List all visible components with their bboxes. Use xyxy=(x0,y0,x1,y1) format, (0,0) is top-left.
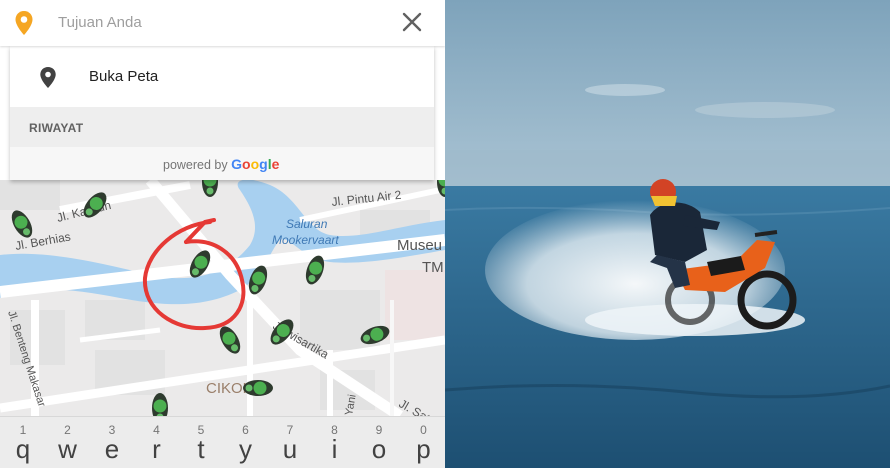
google-letter: o xyxy=(242,156,251,172)
destination-input[interactable] xyxy=(58,9,378,35)
ride-app-screen: Buka Peta RIWAYAT powered by Google xyxy=(0,0,445,468)
destination-search-bar xyxy=(0,0,445,46)
key-letter: q xyxy=(15,434,31,464)
key-letter: e xyxy=(104,434,120,464)
poi-label-museum: Museu xyxy=(397,237,442,254)
google-letter: G xyxy=(231,156,242,172)
key-q[interactable]: 1q xyxy=(1,417,45,468)
key-e[interactable]: 3e xyxy=(90,417,134,468)
google-logo: Google xyxy=(231,156,279,172)
key-y[interactable]: 6y xyxy=(224,417,268,468)
map-view[interactable]: Jl. Kalibun Jl. Pintu Air 2 Jl. Berhias … xyxy=(0,180,445,416)
motorcycle-on-water-photo xyxy=(445,0,890,468)
key-letter: w xyxy=(58,434,77,464)
key-p[interactable]: 0p xyxy=(402,417,446,468)
poi-label-tm: TM xyxy=(422,259,444,276)
google-letter: o xyxy=(250,156,260,172)
suggestions-panel: Buka Peta RIWAYAT powered by Google xyxy=(10,46,434,180)
key-letter: p xyxy=(416,434,431,464)
google-letter: e xyxy=(271,156,280,172)
onscreen-keyboard: 1q2w3e4r5t6y7u8i9o0p xyxy=(0,416,445,468)
photo-canvas xyxy=(445,0,890,468)
powered-by-google: powered by Google xyxy=(10,147,434,180)
open-map-item[interactable]: Buka Peta xyxy=(10,46,434,107)
water-label-mookervaart: Mookervaart xyxy=(272,233,339,247)
google-letter: g xyxy=(259,156,268,172)
key-w[interactable]: 2w xyxy=(46,417,90,468)
key-letter: r xyxy=(152,434,161,464)
history-section-header: RIWAYAT xyxy=(10,107,434,147)
key-letter: u xyxy=(282,434,298,464)
open-map-label: Buka Peta xyxy=(89,68,159,85)
key-u[interactable]: 7u xyxy=(268,417,312,468)
driver-marker-icon xyxy=(243,380,273,396)
key-letter: y xyxy=(239,434,252,464)
key-i[interactable]: 8i xyxy=(313,417,357,468)
powered-by-text: powered by xyxy=(163,158,228,172)
map-pin-icon xyxy=(40,67,56,88)
map-canvas: Jl. Kalibun Jl. Pintu Air 2 Jl. Berhias … xyxy=(0,180,445,416)
key-o[interactable]: 9o xyxy=(357,417,401,468)
close-icon[interactable] xyxy=(399,9,425,35)
key-letter: t xyxy=(197,434,205,464)
location-pin-icon xyxy=(15,11,33,35)
water-label-saluran: Saluran xyxy=(286,217,328,231)
key-letter: o xyxy=(371,434,387,464)
key-r[interactable]: 4r xyxy=(135,417,179,468)
history-label: RIWAYAT xyxy=(29,121,84,135)
key-letter: i xyxy=(331,434,338,464)
key-t[interactable]: 5t xyxy=(179,417,223,468)
